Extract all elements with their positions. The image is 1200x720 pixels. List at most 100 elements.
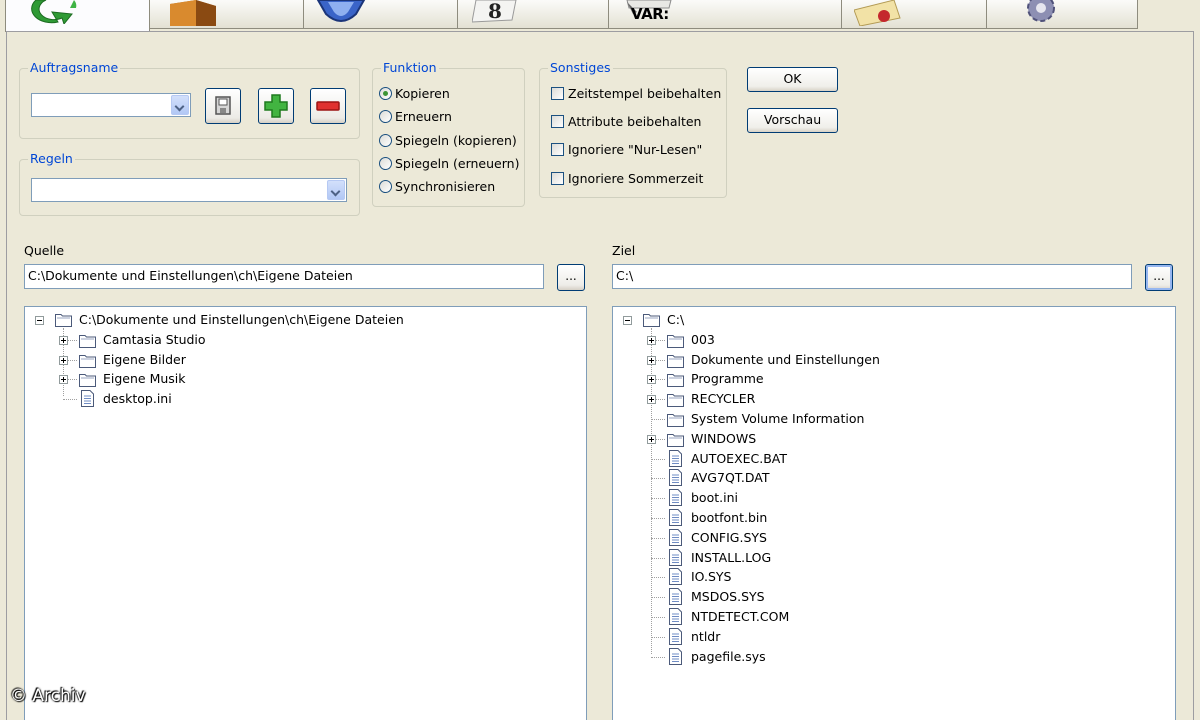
checkbox-label: Zeitstempel beibehalten: [568, 86, 722, 101]
radio-erneuern[interactable]: Erneuern: [379, 109, 452, 127]
funktion-legend: Funktion: [381, 60, 439, 75]
tree-connector: [651, 478, 665, 480]
add-job-button[interactable]: [258, 88, 294, 124]
checkbox-nur-lesen[interactable]: Ignoriere "Nur-Lesen": [551, 142, 702, 160]
auftragsname-select[interactable]: [31, 93, 191, 117]
collapse-icon[interactable]: [623, 316, 632, 325]
tree-connector: [651, 498, 665, 500]
folder-icon: [79, 333, 96, 348]
checkbox-icon[interactable]: [551, 143, 564, 156]
minus-icon: [316, 101, 340, 111]
checkbox-label: Attribute beibehalten: [568, 114, 702, 129]
expand-icon[interactable]: [647, 375, 656, 385]
checkbox-icon[interactable]: [551, 87, 564, 100]
tree-connector: [651, 617, 665, 618]
tree-connector: [651, 419, 665, 420]
radio-button-icon[interactable]: [379, 157, 392, 170]
sonstiges-legend: Sonstiges: [548, 60, 613, 75]
tree-connector: [651, 577, 665, 579]
chevron-down-icon[interactable]: [171, 95, 189, 115]
radio-spiegeln-kopieren[interactable]: Spiegeln (kopieren): [379, 133, 517, 151]
radio-button-icon[interactable]: [379, 87, 392, 100]
file-icon: [669, 489, 682, 507]
tree-connector: [651, 518, 665, 519]
expand-icon[interactable]: [647, 395, 656, 405]
ziel-browse-button[interactable]: ...: [1145, 264, 1173, 291]
quelle-path-input[interactable]: C:\Dokumente und Einstellungen\ch\Eigene…: [24, 264, 544, 289]
expand-icon[interactable]: [647, 335, 656, 345]
expand-icon[interactable]: [647, 355, 656, 365]
folder-icon: [667, 432, 684, 447]
radio-label: Erneuern: [395, 109, 452, 124]
chevron-down-icon[interactable]: [327, 180, 345, 200]
delete-job-button[interactable]: [310, 88, 346, 124]
tree-item-label: 003: [691, 331, 715, 347]
sync-icon: [31, 0, 77, 24]
save-icon: [215, 96, 231, 115]
tree-item-label: C:\Dokumente und Einstellungen\ch\Eigene…: [79, 312, 404, 327]
radio-kopieren[interactable]: Kopieren: [379, 86, 450, 104]
expand-icon[interactable]: [59, 375, 68, 385]
radio-label: Synchronisieren: [395, 179, 496, 194]
shield-icon: [316, 0, 366, 22]
radio-spiegeln-erneuern[interactable]: Spiegeln (erneuern): [379, 156, 519, 174]
tab-shield[interactable]: [303, 0, 458, 29]
tree-item-label: pagefile.sys: [691, 648, 766, 664]
ziel-path-input[interactable]: C:\: [612, 264, 1132, 289]
tree-item-label: Dokumente und Einstellungen: [691, 351, 880, 367]
tree-item-label: RECYCLER: [691, 391, 756, 407]
folder-icon: [667, 333, 684, 348]
document-icon: 8: [472, 0, 517, 23]
tree-item-label: Eigene Musik: [103, 371, 186, 387]
ok-button[interactable]: OK: [747, 67, 838, 92]
tree-item-label: bootfont.bin: [691, 510, 768, 525]
checkbox-sommerzeit[interactable]: Ignoriere Sommerzeit: [551, 171, 703, 189]
tab-settings[interactable]: [986, 0, 1138, 29]
expand-icon[interactable]: [59, 335, 68, 345]
variables-label: VAR:: [631, 5, 669, 23]
tree-connector: [651, 458, 665, 460]
tree-connector: [651, 656, 665, 658]
tab-document[interactable]: 8: [457, 0, 609, 29]
tree-item-label: Eigene Bilder: [103, 351, 186, 367]
ziel-tree[interactable]: C:\ 003 Dokumente und Einstellungen Program…: [612, 306, 1176, 720]
quelle-tree[interactable]: C:\Dokumente und Einstellungen\ch\Eigene…: [24, 306, 587, 720]
radio-button-icon[interactable]: [379, 180, 392, 193]
gear-icon: [1027, 0, 1055, 22]
checkbox-icon[interactable]: [551, 115, 564, 128]
tab-note[interactable]: [841, 0, 987, 29]
checkbox-label: Ignoriere "Nur-Lesen": [568, 142, 703, 157]
tab-sync[interactable]: [5, 0, 150, 32]
tree-connector: [651, 597, 665, 599]
tab-variables[interactable]: VAR:: [608, 0, 842, 29]
note-icon: [854, 0, 901, 26]
radio-button-icon[interactable]: [379, 110, 392, 123]
folder-icon: [667, 353, 684, 368]
tree-item-label: MSDOS.SYS: [691, 589, 765, 605]
radio-label: Spiegeln (kopieren): [395, 133, 517, 148]
regeln-select[interactable]: [31, 178, 347, 202]
tree-connector: [651, 636, 665, 638]
folder-icon: [79, 372, 96, 388]
tree-item-label: Programme: [691, 371, 764, 387]
quelle-label: Quelle: [24, 243, 65, 258]
collapse-icon[interactable]: [35, 316, 44, 325]
file-icon: [669, 568, 682, 586]
quelle-browse-button[interactable]: ...: [557, 264, 585, 291]
tree-item-label: Camtasia Studio: [103, 331, 206, 347]
toolbar-tabs: 8 VAR:: [0, 0, 1200, 32]
radio-button-icon[interactable]: [379, 134, 392, 147]
expand-icon[interactable]: [59, 355, 68, 365]
folder-icon: [667, 372, 684, 388]
save-job-button[interactable]: [205, 88, 241, 124]
preview-button[interactable]: Vorschau: [747, 108, 838, 133]
tab-box[interactable]: [149, 0, 304, 29]
radio-synchronisieren[interactable]: Synchronisieren: [379, 179, 495, 197]
checkbox-attribute[interactable]: Attribute beibehalten: [551, 114, 701, 132]
expand-icon[interactable]: [647, 434, 656, 444]
file-icon: [669, 588, 682, 606]
checkbox-icon[interactable]: [551, 172, 564, 185]
checkbox-zeitstempel[interactable]: Zeitstempel beibehalten: [551, 86, 721, 104]
checkbox-label: Ignoriere Sommerzeit: [568, 171, 704, 186]
file-icon: [669, 528, 682, 546]
